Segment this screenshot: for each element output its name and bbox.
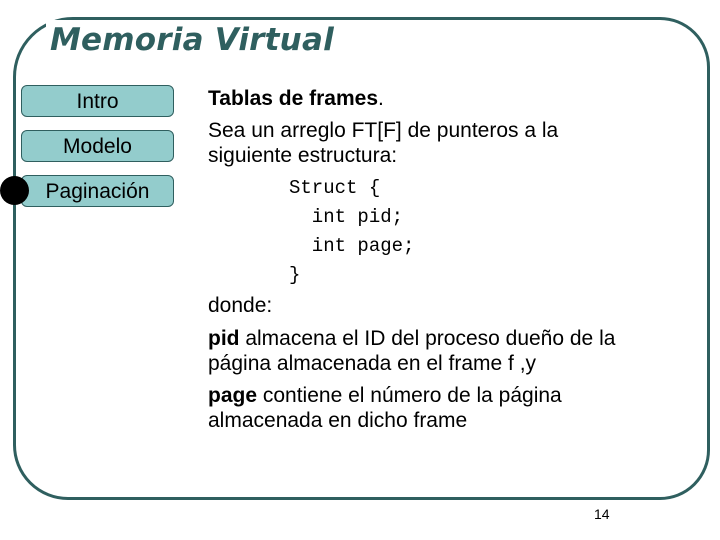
code-line: int pid; xyxy=(289,206,404,228)
heading: Tablas de frames. xyxy=(208,86,384,111)
page-description-line-2: almacenada en dicho frame xyxy=(208,409,468,432)
pid-description-line-2: página almacenada en el frame f ,y xyxy=(208,352,537,375)
page-term: page xyxy=(208,384,258,407)
nav-button-paginacion[interactable]: Paginación xyxy=(21,175,174,207)
heading-suffix: . xyxy=(378,87,384,110)
page-description-line-1: page contiene el número de la página xyxy=(208,383,562,408)
code-line: } xyxy=(289,264,301,286)
intro-line-2: siguiente estructura: xyxy=(208,144,398,167)
donde-label: donde: xyxy=(208,294,273,317)
nav-button-intro[interactable]: Intro xyxy=(21,85,174,117)
pid-term: pid xyxy=(208,327,240,350)
page-desc: contiene el número de la página xyxy=(257,384,562,407)
slide-title: Memoria Virtual xyxy=(46,20,338,60)
intro-line-1: Sea un arreglo FT[F] de punteros a la xyxy=(208,119,559,142)
page-number: 14 xyxy=(594,506,610,522)
code-line: Struct { xyxy=(289,177,381,199)
active-section-marker-icon xyxy=(0,176,29,205)
pid-description-line-1: pid almacena el ID del proceso dueño de … xyxy=(208,326,615,351)
pid-desc: almacena el ID del proceso dueño de la xyxy=(239,327,616,350)
nav-button-modelo[interactable]: Modelo xyxy=(21,130,174,162)
code-line: int page; xyxy=(289,235,415,257)
struct-code-block: Struct { int pid; int page;} xyxy=(289,174,414,290)
heading-bold: Tablas de frames xyxy=(208,87,379,110)
